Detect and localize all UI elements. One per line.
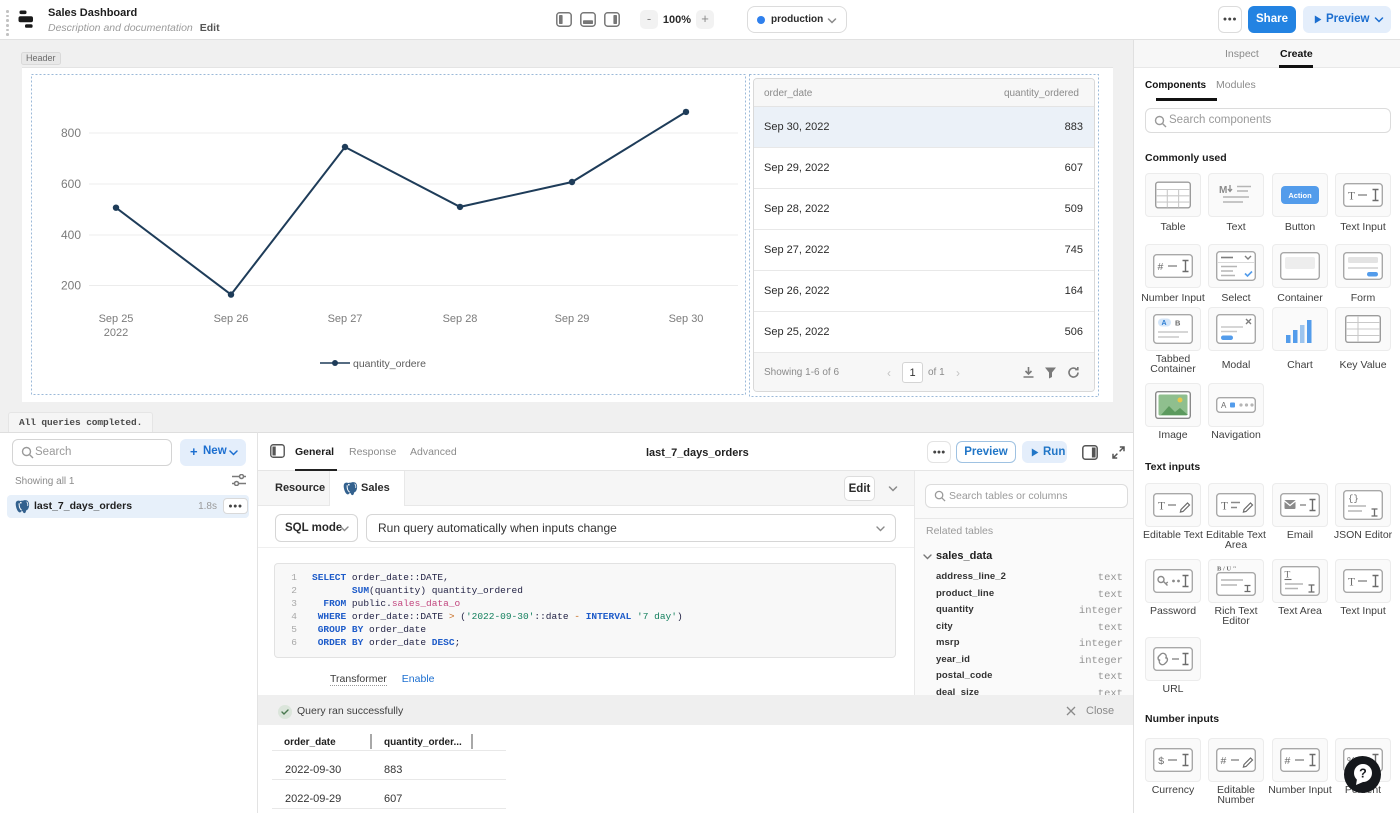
svg-text:T: T <box>1158 501 1165 513</box>
svg-text:T: T <box>1348 577 1355 589</box>
svg-text:400: 400 <box>61 228 81 242</box>
svg-text:A: A <box>1221 401 1227 410</box>
svg-text:T: T <box>1348 191 1355 203</box>
svg-text:B / U ": B / U " <box>1217 566 1236 573</box>
svg-text:Sep 28: Sep 28 <box>443 313 478 325</box>
svg-text:Sep 27: Sep 27 <box>328 313 363 325</box>
svg-text:Sep 30: Sep 30 <box>669 313 704 325</box>
svg-text:T: T <box>1221 501 1228 513</box>
svg-text:B: B <box>1175 319 1181 328</box>
svg-text:Sep 25: Sep 25 <box>99 313 134 325</box>
svg-text:?: ? <box>1359 767 1367 781</box>
svg-text:M: M <box>1219 185 1227 196</box>
svg-text:{}: {} <box>1348 494 1359 504</box>
svg-text:quantity_ordere: quantity_ordere <box>353 358 426 370</box>
svg-text:600: 600 <box>61 177 81 191</box>
svg-text:A: A <box>1162 320 1167 327</box>
svg-text:Sep 29: Sep 29 <box>555 313 590 325</box>
svg-text:200: 200 <box>61 279 81 293</box>
svg-text:800: 800 <box>61 126 81 140</box>
svg-text:#: # <box>1285 755 1291 767</box>
svg-text:#: # <box>1158 261 1164 273</box>
svg-text:$: $ <box>1158 756 1164 768</box>
svg-text:#: # <box>1221 755 1227 767</box>
svg-text:Sep 26: Sep 26 <box>214 313 249 325</box>
svg-text:2022: 2022 <box>104 327 128 339</box>
svg-text:Action: Action <box>1288 191 1312 200</box>
